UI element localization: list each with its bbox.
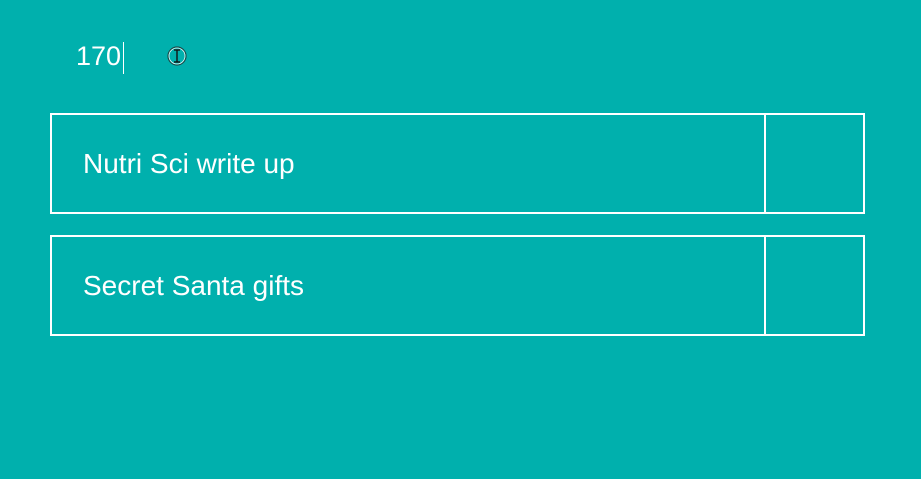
counter-input[interactable]: 170 (76, 36, 125, 76)
task-item[interactable]: Secret Santa gifts (50, 235, 865, 336)
counter-row: 170 (76, 36, 125, 76)
text-caret (123, 41, 125, 74)
task-list: Nutri Sci write up Secret Santa gifts (50, 113, 865, 357)
task-label: Secret Santa gifts (83, 269, 305, 301)
task-item[interactable]: Nutri Sci write up (50, 113, 865, 214)
task-action-button[interactable] (764, 237, 863, 334)
task-action-button[interactable] (764, 115, 863, 212)
task-label: Nutri Sci write up (83, 147, 295, 179)
counter-value: 170 (76, 41, 122, 71)
text-cursor-ibeam-icon (167, 46, 187, 66)
